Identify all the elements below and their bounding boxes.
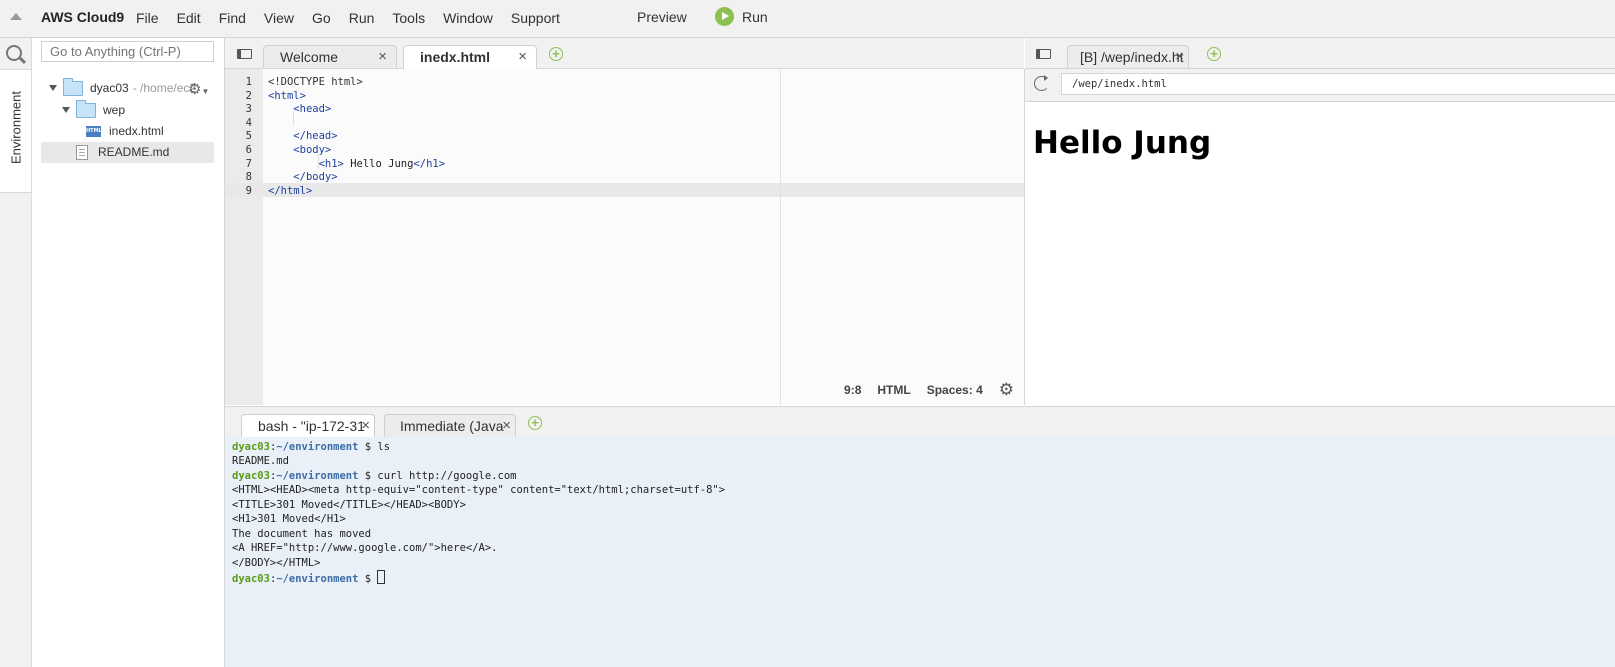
code-text: </body> (293, 171, 338, 184)
terminal-tab-bar: bash - "ip-172-31 × Immediate (Java × + (225, 406, 1615, 438)
file-name: README.md (98, 145, 170, 159)
chevron-down-icon[interactable] (62, 107, 70, 113)
preview-pane: Hello Jung (1025, 69, 1615, 405)
cursor-position[interactable]: 9:8 (844, 383, 861, 397)
menu-find[interactable]: Find (219, 10, 246, 26)
preview-tab-bar: [B] /wep/inedx.ht × + (1025, 38, 1615, 69)
html-file-icon: HTML (86, 125, 102, 137)
run-button[interactable]: Run (715, 7, 768, 26)
terminal-output-line: <A HREF="http://www.google.com/">here</A… (232, 542, 498, 555)
add-tab-icon[interactable]: + (549, 47, 563, 61)
terminal-cursor (377, 570, 386, 585)
code-editor[interactable]: 1 <!DOCTYPE html> 2 <html> 3 <head> 4 5 </head… (225, 69, 1025, 405)
line-number: 5 (245, 130, 252, 143)
play-icon (715, 7, 734, 26)
refresh-icon[interactable] (1034, 75, 1049, 91)
line-number: 9 (245, 184, 252, 197)
code-text: <!DOCTYPE html> (268, 76, 363, 88)
close-icon[interactable]: × (378, 46, 387, 68)
tree-item-inedx-html[interactable]: HTML inedx.html (86, 121, 164, 141)
editor-status-bar: 9:8 HTML Spaces: 4 ⚙ (844, 380, 1014, 400)
tab-preview[interactable]: [B] /wep/inedx.ht × (1067, 45, 1189, 68)
syntax-mode[interactable]: HTML (877, 383, 910, 397)
tree-item-readme[interactable]: README.md (76, 142, 169, 162)
tree-item-root[interactable]: dyac03 - /home/ec2 (49, 77, 197, 98)
menu-go[interactable]: Go (312, 10, 331, 26)
terminal-command-line: dyac03:~/environment $ ls (232, 441, 391, 453)
add-tab-icon[interactable]: + (528, 416, 542, 430)
terminal-output-line: <TITLE>301 Moved</TITLE></HEAD><BODY> (232, 498, 466, 511)
menu-view[interactable]: View (264, 10, 294, 26)
add-tab-icon[interactable]: + (1207, 47, 1221, 61)
menu-file[interactable]: File (136, 10, 159, 26)
preview-address-bar (1025, 69, 1615, 102)
line-number: 7 (245, 157, 252, 170)
gear-icon[interactable]: ⚙ (999, 380, 1014, 400)
menu-items: File Edit Find View Go Run Tools Window … (136, 10, 560, 26)
close-icon[interactable]: × (361, 415, 370, 437)
code-text: </html> (268, 184, 313, 197)
menu-support[interactable]: Support (511, 10, 560, 26)
line-number: 4 (245, 116, 252, 129)
line-number: 8 (245, 171, 252, 184)
folder-name: wep (103, 103, 126, 117)
tab-inedx-html[interactable]: inedx.html × (403, 45, 537, 69)
environment-tab[interactable]: Environment (0, 69, 31, 193)
menu-bar: AWS Cloud9 File Edit Find View Go Run To… (0, 0, 1615, 38)
tree-settings-gear-icon[interactable]: ⚙▼ (188, 80, 209, 98)
close-icon[interactable]: × (502, 415, 511, 437)
brand-title[interactable]: AWS Cloud9 (41, 9, 124, 25)
folder-icon (76, 99, 96, 118)
file-name: inedx.html (109, 124, 164, 138)
line-number: 2 (245, 89, 252, 102)
terminal[interactable]: dyac03:~/environment $ ls README.md dyac03… (225, 437, 1615, 667)
line-number: 6 (245, 144, 252, 156)
print-margin (780, 69, 781, 405)
line-number: 3 (245, 103, 252, 116)
root-folder-name: dyac03 (90, 81, 129, 95)
code-text: <h1> Hello Jung</h1> (318, 157, 446, 170)
indent-setting[interactable]: Spaces: 4 (927, 383, 983, 397)
code-text: </head> (293, 130, 338, 143)
terminal-output-line: <H1>301 Moved</H1> (232, 513, 346, 526)
code-text: <body> (293, 144, 332, 156)
code-text: <html> (268, 89, 306, 102)
search-icon[interactable] (6, 45, 22, 61)
go-to-anything-input[interactable] (41, 41, 214, 62)
menu-window[interactable]: Window (443, 10, 493, 26)
panel-menu-icon[interactable] (237, 49, 252, 59)
panel-menu-icon[interactable] (1036, 49, 1051, 59)
root-folder-path: - /home/ec2 (132, 81, 197, 95)
line-number: 1 (245, 76, 252, 88)
preview-button[interactable]: Preview (637, 9, 687, 25)
environment-tab-label: Environment (8, 91, 24, 164)
terminal-command-line: dyac03:~/environment $ curl http://googl… (232, 469, 517, 482)
terminal-output-line: The document has moved (232, 527, 372, 540)
terminal-output-line: README.md (232, 455, 289, 468)
run-label: Run (742, 8, 768, 25)
menu-run[interactable]: Run (349, 10, 375, 26)
close-icon[interactable]: × (518, 46, 527, 68)
close-icon[interactable]: × (1175, 46, 1184, 68)
tab-bash[interactable]: bash - "ip-172-31 × (241, 414, 375, 438)
document-file-icon (76, 144, 88, 160)
tree-item-wep[interactable]: wep (62, 99, 126, 120)
terminal-command-line: dyac03:~/environment $ (232, 570, 386, 586)
editor-tab-bar: Welcome × inedx.html × + (225, 38, 1024, 69)
terminal-output-line: <HTML><HEAD><meta http-equiv="content-ty… (232, 484, 726, 497)
preview-url-input[interactable] (1061, 73, 1615, 95)
folder-icon (63, 77, 83, 96)
chevron-down-icon[interactable] (49, 85, 57, 91)
current-line-highlight (225, 183, 1024, 197)
menu-tools[interactable]: Tools (392, 10, 425, 26)
collapse-menu-icon[interactable] (10, 13, 22, 20)
code-text: <head> (293, 103, 332, 116)
tab-welcome[interactable]: Welcome × (263, 45, 397, 68)
preview-heading: Hello Jung (1033, 125, 1212, 161)
terminal-output-line: </BODY></HTML> (232, 556, 321, 569)
menu-edit[interactable]: Edit (177, 10, 201, 26)
tab-immediate[interactable]: Immediate (Java × (384, 414, 516, 437)
